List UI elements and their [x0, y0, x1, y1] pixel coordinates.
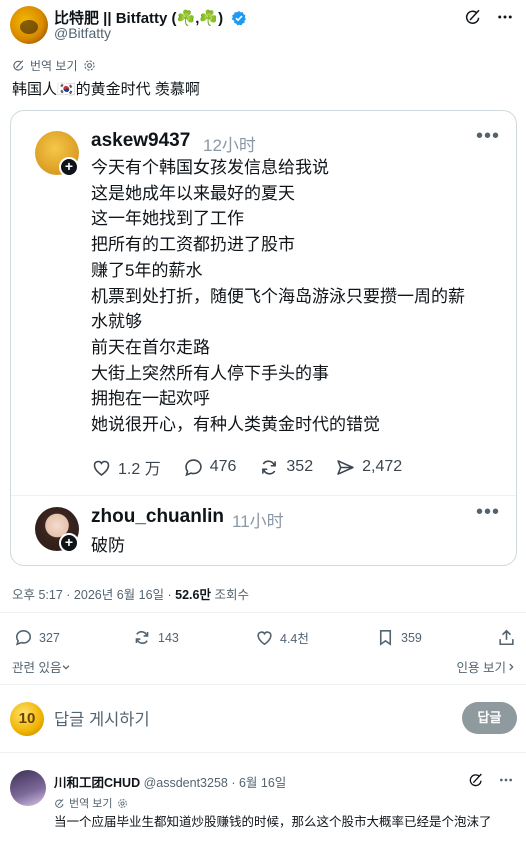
- reply-text: 当一个应届毕业生都知道炒股赚钱的时候，那么这个股市大概率已经是个泡沫了: [54, 815, 492, 829]
- repost-button[interactable]: 143: [132, 628, 179, 647]
- translate-icon: [13, 60, 24, 71]
- settings-gear-icon[interactable]: [83, 59, 96, 72]
- comment-icon: [184, 458, 202, 476]
- reply-input[interactable]: 답글 게시하기: [54, 706, 150, 730]
- bookmark-icon: [379, 629, 392, 646]
- quoted-repost-button[interactable]: 352: [258, 457, 313, 478]
- repost-icon: [135, 631, 149, 644]
- like-button[interactable]: 4.4천: [255, 628, 309, 647]
- quoted-user-name[interactable]: askew9437: [91, 130, 190, 152]
- quoted-reply-button[interactable]: 476: [183, 457, 236, 478]
- more-options-icon[interactable]: [496, 8, 514, 26]
- heart-icon: [257, 631, 272, 646]
- quoted-time: 12小时: [203, 136, 256, 155]
- quoted-text: 今天有个韩国女孩发信息给我说 这是她成年以来最好的夏天 这一年她找到了工作 把所…: [91, 158, 465, 435]
- quoted-user2-text: 破防: [91, 536, 125, 555]
- repost-icon: [262, 459, 277, 475]
- follow-plus-icon[interactable]: +: [59, 533, 79, 553]
- quoted-share-button[interactable]: 2,472: [335, 457, 402, 478]
- divider: [11, 495, 516, 496]
- divider: [0, 612, 526, 613]
- reply-author-line[interactable]: 川和工团CHUD @assdent3258 · 6월 16일: [54, 772, 286, 791]
- reply-submit-button[interactable]: 답글: [462, 702, 517, 734]
- reply-translate-link[interactable]: 번역 보기: [54, 795, 128, 811]
- chevron-right-icon: [509, 663, 514, 670]
- view-quotes-link[interactable]: 인용 보기: [457, 657, 516, 676]
- chevron-down-icon: [63, 664, 70, 670]
- divider: [0, 684, 526, 685]
- share-icon: [499, 629, 514, 646]
- reply-author-avatar[interactable]: [10, 770, 46, 806]
- tweet-timestamp-views: 오후 5:17 · 2026년 6월 16일 · 52.6만 조회수: [12, 588, 249, 602]
- tweet-text: 韩国人🇰🇷的黄金时代 羡慕啊: [12, 81, 200, 98]
- user-avatar[interactable]: 10: [10, 702, 44, 736]
- bookmark-button[interactable]: 359: [376, 628, 422, 647]
- quoted-user2-time: 11小时: [232, 512, 284, 531]
- more-options-icon[interactable]: [498, 772, 514, 788]
- share-button[interactable]: [497, 628, 516, 647]
- grok-icon[interactable]: [468, 772, 484, 788]
- quoted-action-bar: 1.2 万 476 352 2,472: [91, 455, 424, 479]
- quoted-user2-name[interactable]: zhou_chuanlin: [91, 506, 224, 528]
- divider: [0, 752, 526, 753]
- send-icon: [337, 459, 354, 475]
- verified-badge-icon: [231, 10, 247, 26]
- comment-icon: [15, 629, 32, 646]
- settings-gear-icon[interactable]: [117, 798, 128, 809]
- more-options-icon[interactable]: •••: [476, 501, 500, 524]
- reply-button[interactable]: 327: [14, 628, 60, 647]
- quoted-like-button[interactable]: 1.2 万: [91, 455, 161, 479]
- quoted-tweet-card[interactable]: + askew9437 12小时 ••• 今天有个韩国女孩发信息给我说 这是她成…: [10, 110, 517, 566]
- author-avatar[interactable]: [10, 6, 48, 44]
- heart-icon: [93, 460, 110, 476]
- author-handle[interactable]: @Bitfatty: [54, 25, 111, 41]
- grok-icon[interactable]: [464, 8, 482, 26]
- translate-link[interactable]: 번역 보기: [12, 57, 96, 74]
- translate-icon: [55, 798, 64, 808]
- more-options-icon[interactable]: •••: [476, 125, 500, 148]
- follow-plus-icon[interactable]: +: [59, 157, 79, 177]
- related-dropdown[interactable]: 관련 있음: [12, 657, 71, 676]
